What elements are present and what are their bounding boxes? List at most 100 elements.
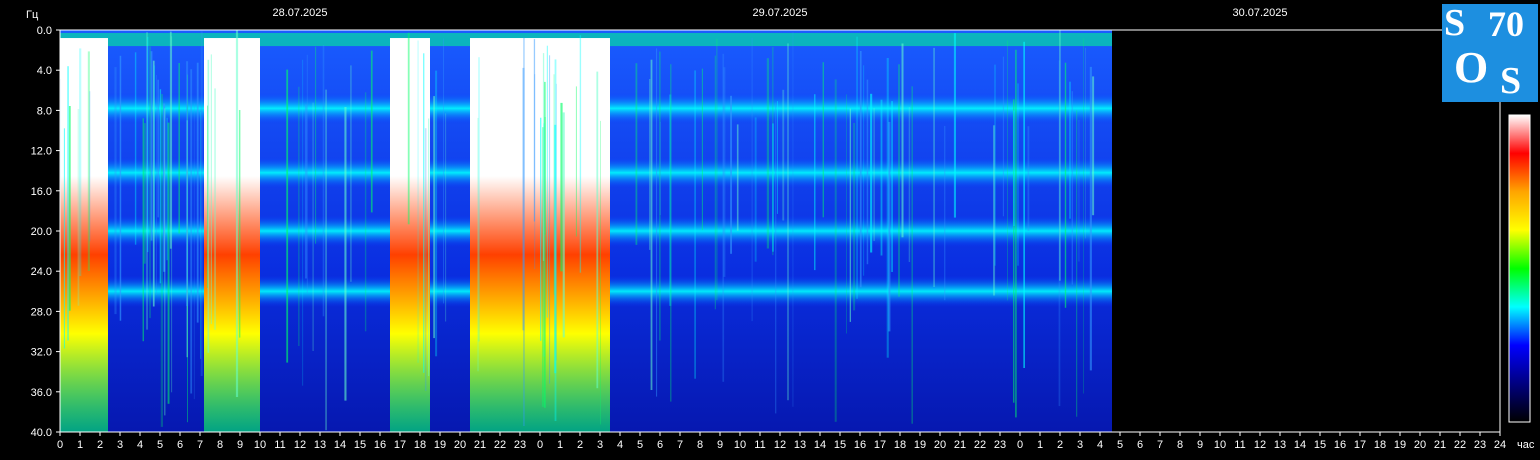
logo-letter-o: O (1454, 43, 1489, 92)
x-tick-label: 12 (294, 439, 306, 451)
x-tick-label: 18 (1374, 439, 1386, 451)
logo-letter-s1: S (1444, 2, 1466, 44)
x-tick-label: 5 (1117, 439, 1123, 451)
x-axis: 0 1 2 3 4 5 6 7 8 9 10 11 12 13 14 15 16 17 18 19 20 21 22 23 0 1… (57, 432, 1506, 451)
x-tick-label: 8 (217, 439, 223, 451)
y-tick-label: 28.0 (31, 306, 52, 318)
signal-streak (908, 107, 911, 262)
signal-streak (736, 124, 739, 231)
signal-streak (523, 37, 525, 426)
signal-streak (543, 123, 545, 357)
signal-streak (325, 89, 327, 431)
signal-streak (407, 32, 410, 225)
signal-streak (600, 120, 601, 425)
x-tick-label: 0 (1017, 439, 1023, 451)
signal-streak (344, 107, 347, 401)
colorbar (1508, 114, 1531, 423)
x-tick-label: 13 (314, 439, 326, 451)
signal-streak (953, 33, 956, 218)
x-tick-label: 17 (1354, 439, 1366, 451)
signal-streak (154, 65, 155, 229)
signal-streak (186, 61, 189, 307)
signal-streak (891, 101, 893, 272)
date-label: 30.07.2025 (1232, 7, 1287, 19)
signal-streak (822, 62, 824, 218)
y-tick-label: 16.0 (31, 186, 52, 198)
signal-streak (298, 86, 300, 347)
saturation-period (204, 38, 260, 432)
y-tick-label: 40.0 (31, 427, 52, 439)
signal-streak (1059, 30, 1061, 281)
signal-streak (911, 86, 913, 424)
x-tick-label: 11 (1234, 439, 1245, 451)
x-tick-label: 8 (697, 439, 703, 451)
signal-streak (238, 110, 241, 338)
signal-streak (596, 71, 599, 389)
signal-streak (350, 65, 352, 282)
signal-streak (207, 105, 208, 288)
x-tick-label: 7 (197, 439, 203, 451)
signal-streak (853, 122, 856, 311)
signal-streak (68, 106, 71, 311)
signal-streak (304, 104, 307, 279)
signal-streak (1071, 91, 1073, 285)
x-tick-label: 18 (414, 439, 426, 451)
signal-streak (1076, 110, 1078, 417)
signal-streak (286, 69, 289, 363)
signal-streak (870, 93, 873, 253)
signal-streak (873, 108, 875, 241)
signal-streak (792, 32, 794, 407)
x-tick-label: 15 (834, 439, 846, 451)
signal-streak (579, 35, 582, 273)
signal-streak (435, 70, 438, 357)
x-tick-label: 14 (814, 439, 826, 451)
x-tick-label: 14 (1294, 439, 1306, 451)
signal-streak (1064, 62, 1067, 308)
x-tick-label: 9 (237, 439, 243, 451)
signal-streak (863, 65, 865, 276)
signal-streak (1085, 47, 1086, 239)
signal-streak (193, 103, 195, 400)
x-tick-label: 23 (994, 439, 1006, 451)
signal-streak (1069, 81, 1071, 219)
signal-streak (1083, 38, 1084, 394)
x-tick-label: 21 (954, 439, 966, 451)
signal-streak (754, 117, 757, 262)
signal-streak (886, 58, 889, 358)
x-tick-label: 21 (1434, 439, 1446, 451)
signal-streak (156, 75, 157, 295)
signal-streak (150, 51, 153, 241)
logo-letter-s2: S (1500, 60, 1522, 102)
signal-streak (549, 55, 551, 384)
x-axis-unit: час (1517, 439, 1535, 451)
x-tick-label: 17 (394, 439, 406, 451)
x-tick-label: 20 (1414, 439, 1426, 451)
signal-streak (433, 96, 435, 339)
signal-streak (315, 46, 317, 244)
x-tick-label: 6 (177, 439, 183, 451)
signal-streak (560, 102, 563, 272)
x-tick-label: 6 (1137, 439, 1143, 451)
y-tick-label: 36.0 (31, 387, 52, 399)
x-tick-label: 13 (794, 439, 806, 451)
signal-streak (79, 48, 82, 277)
signal-streak (423, 53, 425, 373)
signal-streak (167, 122, 170, 404)
signal-streak (207, 59, 210, 353)
date-label: 29.07.2025 (752, 7, 807, 19)
signal-streak (322, 45, 325, 317)
x-tick-label: 14 (334, 439, 346, 451)
x-tick-label: 10 (1214, 439, 1226, 451)
signal-streak (659, 121, 661, 216)
spectrogram-chart: Гц час 0.0 4.0 8.0 12.0 16.0 20.0 24.0 28.0 32.0… (26, 7, 1535, 451)
signal-streak (880, 99, 883, 256)
signal-streak (1002, 56, 1004, 217)
y-tick-label: 8.0 (37, 105, 52, 117)
signal-streak (777, 101, 778, 214)
signal-streak (901, 43, 904, 238)
signal-streak (1015, 49, 1017, 418)
signal-streak (866, 79, 869, 265)
signal-streak (134, 52, 137, 245)
signal-streak (77, 109, 80, 306)
signal-streak (160, 94, 163, 427)
